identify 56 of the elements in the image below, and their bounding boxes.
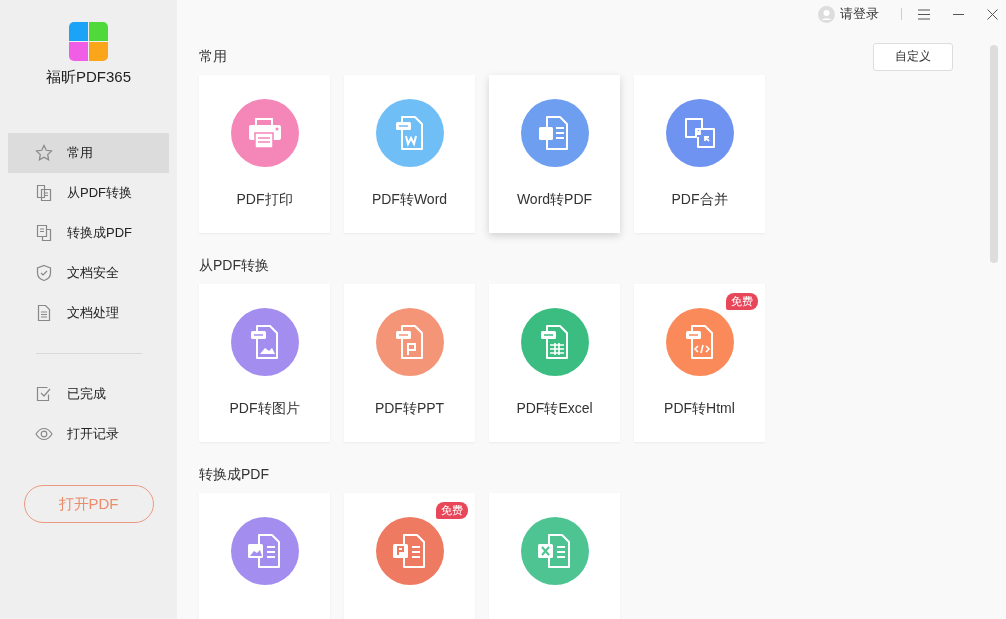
shield-icon xyxy=(35,264,53,282)
free-badge: 免费 xyxy=(436,502,468,519)
document-icon xyxy=(375,99,444,167)
tool-card[interactable]: PDF转图片 xyxy=(199,284,330,442)
sidebar-item[interactable]: 文档处理 xyxy=(8,293,169,333)
merge-icon xyxy=(665,99,734,167)
image-document-icon xyxy=(230,308,299,376)
document-icon xyxy=(35,304,53,322)
tool-card[interactable]: PDF转PPT xyxy=(344,284,475,442)
document-icon xyxy=(520,99,589,167)
document-icon xyxy=(375,517,444,585)
tool-card[interactable]: PDF转Excel xyxy=(489,284,620,442)
menu-icon[interactable] xyxy=(918,8,930,20)
tool-card[interactable] xyxy=(199,493,330,619)
documents-icon xyxy=(35,224,53,242)
sidebar-item[interactable]: 从PDF转换 xyxy=(8,173,169,213)
tool-card[interactable]: PDF合并 xyxy=(634,75,765,233)
sidebar-item[interactable]: 打开记录 xyxy=(8,414,169,454)
tool-card[interactable]: PDF打印 xyxy=(199,75,330,233)
free-badge: 免费 xyxy=(726,293,758,310)
section-title: 常用 xyxy=(199,47,227,66)
star-icon xyxy=(35,144,53,162)
avatar-icon xyxy=(818,5,835,23)
spreadsheet-document-icon xyxy=(520,308,589,376)
printer-icon xyxy=(230,99,299,167)
document-icon xyxy=(375,308,444,376)
login-link[interactable]: 请登录 xyxy=(818,5,879,23)
tool-card[interactable]: 免费 PDF转Html xyxy=(634,284,765,442)
tool-label: PDF转Word xyxy=(371,191,448,209)
sidebar-item[interactable]: 常用 xyxy=(8,133,169,173)
documents-icon xyxy=(35,184,53,202)
sidebar-item[interactable]: 文档安全 xyxy=(8,253,169,293)
eye-icon xyxy=(35,425,53,443)
app-name: 福昕PDF365 xyxy=(46,68,131,87)
customize-button[interactable]: 自定义 xyxy=(873,42,953,71)
tool-label: PDF转PPT xyxy=(374,400,445,418)
close-icon[interactable] xyxy=(987,8,998,20)
sidebar-item[interactable]: 已完成 xyxy=(8,374,169,414)
code-document-icon xyxy=(665,308,734,376)
image-document-icon xyxy=(230,517,299,585)
tool-card[interactable]: 免费 xyxy=(344,493,475,619)
tool-label: PDF转Html xyxy=(664,400,735,418)
scrollbar[interactable] xyxy=(990,45,998,263)
tool-card[interactable]: Word转PDF xyxy=(489,75,620,233)
tool-label: PDF转Excel xyxy=(516,400,593,418)
tool-label: PDF转图片 xyxy=(229,400,300,418)
sidebar-item[interactable]: 转换成PDF xyxy=(8,213,169,253)
tool-label: PDF打印 xyxy=(236,191,293,209)
section-title: 转换成PDF xyxy=(199,465,269,484)
tool-label: Word转PDF xyxy=(516,191,593,209)
spreadsheet-document-icon xyxy=(520,517,589,585)
section-title: 从PDF转换 xyxy=(199,256,269,275)
checkbox-icon xyxy=(35,385,53,403)
app-logo-icon xyxy=(69,22,108,61)
tool-label: PDF合并 xyxy=(671,191,728,209)
tool-card[interactable]: PDF转Word xyxy=(344,75,475,233)
